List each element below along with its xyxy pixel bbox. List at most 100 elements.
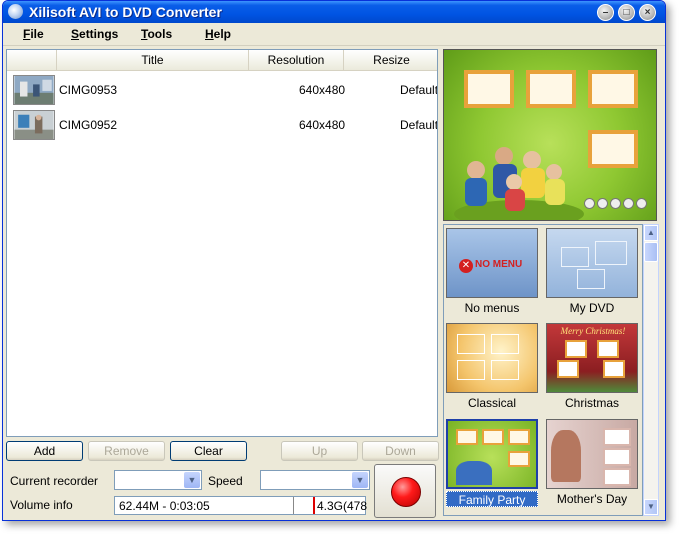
preview-page-dot[interactable]: [636, 198, 647, 209]
table-row[interactable]: CIMG0953 640x480 Default: [7, 73, 437, 107]
frame-shape: [457, 334, 485, 354]
frame-shape: [491, 334, 519, 354]
current-recorder-label: Current recorder: [10, 474, 99, 488]
no-menu-badge: NO MENU: [475, 259, 523, 270]
menu-help[interactable]: Help: [205, 27, 231, 41]
menu-template-gallery[interactable]: ✕ NO MENU No menus My DVD Classical Merr…: [443, 224, 643, 516]
template-thumbnail: [446, 323, 538, 393]
row-title: CIMG0952: [59, 118, 118, 132]
header-thumb: [7, 50, 57, 70]
add-button[interactable]: Add: [6, 441, 83, 461]
menu-bar: File Settings Tools Help: [3, 23, 665, 46]
move-up-button[interactable]: Up: [281, 441, 358, 461]
scroll-up-icon[interactable]: ▲: [644, 225, 658, 241]
template-label: No menus: [464, 301, 520, 315]
preview-page-dot[interactable]: [597, 198, 608, 209]
scroll-down-icon[interactable]: ▼: [644, 499, 658, 515]
header-title[interactable]: Title: [57, 50, 249, 70]
template-label: My DVD: [569, 301, 615, 315]
christmas-badge: Merry Christmas!: [560, 326, 626, 336]
preview-frame: [464, 70, 514, 108]
template-label: Classical: [467, 396, 516, 410]
row-title: CIMG0953: [59, 83, 118, 97]
template-christmas[interactable]: Merry Christmas! Christmas: [546, 323, 640, 411]
frame-shape: [508, 429, 530, 445]
preview-page-dot[interactable]: [610, 198, 621, 209]
header-resize[interactable]: Resize: [344, 50, 437, 70]
frame-shape: [577, 269, 605, 289]
video-thumbnail: [13, 75, 55, 105]
template-thumbnail: [546, 419, 638, 489]
template-family-party[interactable]: Family Party: [446, 419, 540, 507]
speed-select[interactable]: ▼: [260, 470, 370, 490]
preview-page-dot[interactable]: [584, 198, 595, 209]
family-figure: [456, 461, 492, 485]
template-my-dvd[interactable]: My DVD: [546, 228, 640, 316]
record-icon: [391, 477, 421, 507]
move-down-button[interactable]: Down: [362, 441, 439, 461]
row-resolution: 640x480: [299, 118, 346, 132]
volume-used-text: 62.44M - 0:03:05: [119, 499, 210, 513]
maximize-button[interactable]: □: [618, 4, 635, 21]
row-resize: Default: [400, 118, 438, 132]
minimize-button[interactable]: –: [597, 4, 614, 21]
template-thumbnail: ✕ NO MENU: [446, 228, 538, 298]
template-thumbnail: [546, 228, 638, 298]
preview-page-dot[interactable]: [623, 198, 634, 209]
menu-preview: [443, 49, 657, 221]
gallery-scrollbar[interactable]: ▲ ▼: [643, 224, 659, 516]
template-thumbnail: [446, 419, 538, 489]
volume-divider: [293, 497, 294, 514]
volume-info-bar: 62.44M - 0:03:05 4.3G(478: [114, 496, 368, 515]
row-resize: Default: [400, 83, 438, 97]
frame-shape: [595, 241, 627, 265]
video-thumbnail: [13, 110, 55, 140]
frame-shape: [508, 451, 530, 467]
clear-button[interactable]: Clear: [170, 441, 247, 461]
frame-shape: [557, 360, 579, 378]
title-bar[interactable]: Xilisoft AVI to DVD Converter – □ ×: [3, 1, 665, 23]
template-no-menus[interactable]: ✕ NO MENU No menus: [446, 228, 540, 316]
preview-frame: [588, 70, 638, 108]
preview-frame: [526, 70, 576, 108]
close-button[interactable]: ×: [639, 4, 656, 21]
frame-shape: [603, 428, 631, 446]
menu-file[interactable]: File: [23, 27, 44, 41]
row-resolution: 640x480: [299, 83, 346, 97]
frame-shape: [597, 340, 619, 358]
template-classical[interactable]: Classical: [446, 323, 540, 411]
family-photo: [454, 147, 584, 220]
file-list[interactable]: Title Resolution Resize CIMG0953 640x480…: [6, 49, 438, 437]
table-row[interactable]: CIMG0952 640x480 Default: [7, 108, 437, 142]
template-thumbnail: Merry Christmas!: [546, 323, 638, 393]
frame-shape: [491, 360, 519, 380]
frame-shape: [457, 360, 485, 380]
list-header: Title Resolution Resize: [7, 50, 437, 71]
remove-button[interactable]: Remove: [88, 441, 165, 461]
menu-settings[interactable]: Settings: [71, 27, 118, 41]
frame-shape: [603, 360, 625, 378]
template-mothers-day[interactable]: Mother's Day: [546, 419, 640, 507]
no-menu-icon: ✕: [459, 259, 473, 273]
menu-tools[interactable]: Tools: [141, 27, 172, 41]
template-label: Mother's Day: [556, 492, 628, 506]
scroll-thumb[interactable]: [644, 242, 658, 262]
frame-shape: [603, 468, 631, 486]
template-label: Christmas: [564, 396, 619, 410]
speed-label: Speed: [208, 474, 243, 488]
template-label: Family Party: [446, 491, 538, 507]
chevron-down-icon[interactable]: ▼: [184, 472, 200, 488]
chevron-down-icon[interactable]: ▼: [352, 472, 368, 488]
frame-shape: [456, 429, 478, 445]
window-title: Xilisoft AVI to DVD Converter: [29, 4, 222, 20]
recorder-select[interactable]: ▼: [114, 470, 202, 490]
volume-info-label: Volume info: [10, 498, 73, 512]
header-resolution[interactable]: Resolution: [249, 50, 344, 70]
volume-capacity-text: 4.3G(478: [317, 499, 368, 513]
frame-shape: [561, 247, 589, 267]
frame-shape: [482, 429, 504, 445]
capacity-marker: [313, 497, 315, 514]
frame-shape: [603, 448, 631, 466]
record-button[interactable]: [374, 464, 436, 518]
preview-frame: [588, 130, 638, 168]
